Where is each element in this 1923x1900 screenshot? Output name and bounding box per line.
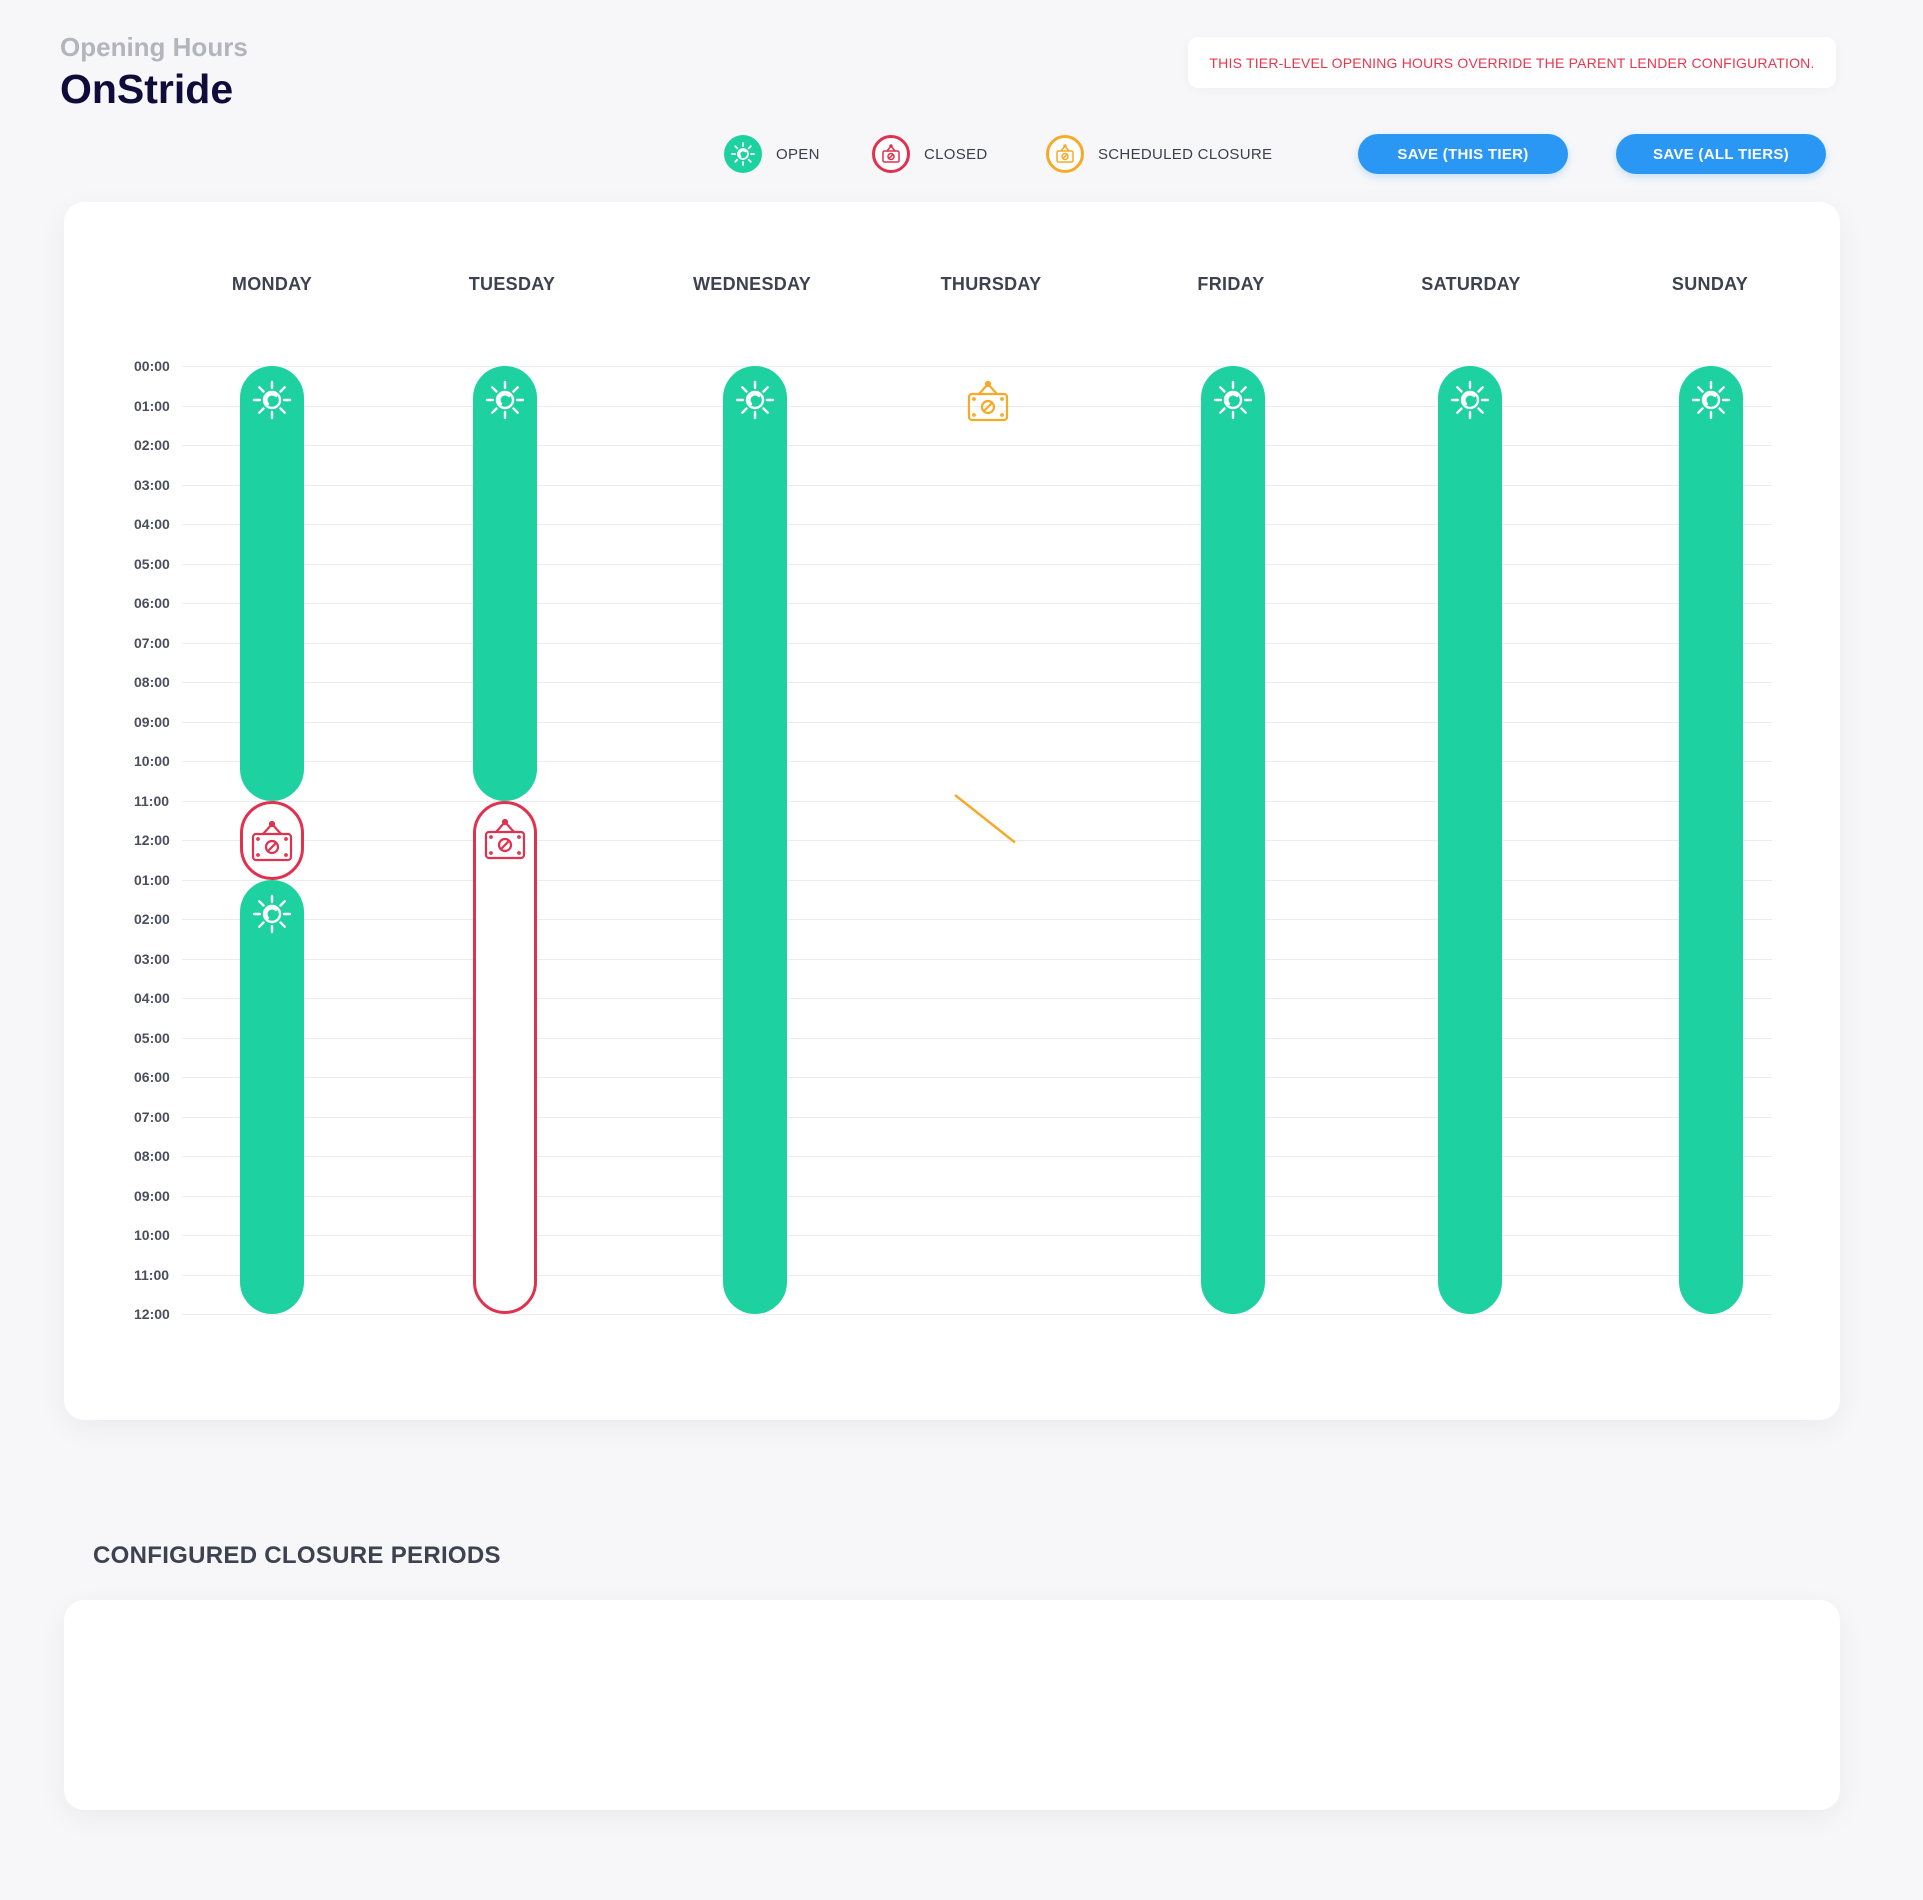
scheduled-closure-divider: [954, 793, 1016, 843]
hour-label: 05:00: [134, 555, 170, 572]
hour-label: 02:00: [134, 911, 170, 927]
hour-label: 00:00: [134, 358, 170, 374]
closed-sign-icon: [484, 818, 526, 859]
wednesday-open-block[interactable]: [723, 366, 787, 1314]
hour-label: 12:00: [134, 832, 170, 848]
closure-periods-card: [64, 1600, 1840, 1810]
tuesday-open-block[interactable]: [473, 366, 537, 801]
day-header-tuesday: TUESDAY: [468, 274, 556, 294]
hour-label: 05:00: [134, 1029, 170, 1046]
hour-label: 07:00: [134, 634, 170, 651]
hour-label: 06:00: [134, 1069, 170, 1085]
schedule-card: [64, 202, 1840, 1420]
hour-label: 10:00: [134, 1227, 170, 1243]
sun-icon: [1691, 380, 1731, 420]
legend-open-label: OPEN: [776, 145, 820, 163]
sun-icon: [735, 380, 775, 420]
closure-periods-title: CONFIGURED CLOSURE PERIODS: [93, 1542, 501, 1569]
hour-label: 01:00: [134, 871, 170, 888]
hour-label: 03:00: [134, 476, 170, 493]
day-header-thursday: THURSDAY: [940, 274, 1042, 294]
sun-icon: [485, 380, 525, 420]
hour-label: 03:00: [134, 950, 170, 967]
legend-closed: CLOSED: [872, 133, 988, 175]
day-header-monday: MONDAY: [231, 274, 313, 294]
friday-open-block[interactable]: [1201, 366, 1265, 1314]
day-header-saturday: SATURDAY: [1421, 274, 1521, 294]
thursday-scheduled-block[interactable]: [954, 366, 1020, 1314]
sunday-open-block[interactable]: [1679, 366, 1743, 1314]
legend-closed-label: CLOSED: [924, 145, 988, 163]
hour-gridline: [182, 1314, 1772, 1315]
hour-label: 11:00: [134, 792, 170, 809]
day-header-friday: FRIDAY: [1197, 274, 1265, 294]
hour-label: 09:00: [134, 1187, 170, 1204]
tuesday-closed-block[interactable]: [473, 800, 537, 1314]
hour-label: 08:00: [134, 674, 170, 690]
hour-label: 10:00: [134, 753, 170, 769]
save-this-tier-button[interactable]: SAVE (THIS TIER): [1358, 134, 1568, 174]
hour-label: 12:00: [134, 1306, 170, 1322]
hour-label: 07:00: [134, 1108, 170, 1125]
hour-label: 11:00: [134, 1266, 170, 1283]
hour-label: 06:00: [134, 595, 170, 611]
legend-open: OPEN: [724, 133, 820, 175]
day-header-sunday: SUNDAY: [1671, 274, 1749, 294]
save-all-tiers-button[interactable]: SAVE (ALL TIERS): [1616, 134, 1826, 174]
hour-label: 02:00: [134, 437, 170, 453]
saturday-open-block[interactable]: [1438, 366, 1502, 1314]
legend-scheduled-label: SCHEDULED CLOSURE: [1098, 145, 1273, 163]
hour-label: 04:00: [134, 990, 170, 1006]
page-subtitle: Opening Hours: [60, 32, 248, 62]
hour-label: 08:00: [134, 1148, 170, 1164]
sun-icon: [1213, 380, 1253, 420]
closed-sign-icon: [251, 820, 293, 862]
hour-label: 09:00: [134, 713, 170, 730]
page-title: OnStride: [60, 66, 234, 112]
hour-label: 04:00: [134, 516, 170, 532]
sun-icon: [252, 380, 292, 420]
monday-open-block[interactable]: [240, 366, 304, 801]
hour-label: 01:00: [134, 397, 170, 414]
monday-closed-block[interactable]: [240, 800, 304, 880]
sun-icon: [724, 135, 762, 173]
override-notice: THIS TIER-LEVEL OPENING HOURS OVERRIDE T…: [1188, 37, 1836, 88]
monday-open-block[interactable]: [240, 879, 304, 1314]
closed-sign-icon: [872, 135, 910, 173]
sun-icon: [1450, 380, 1490, 420]
day-header-wednesday: WEDNESDAY: [692, 274, 812, 294]
scheduled-closure-sign-icon: [1046, 135, 1084, 173]
scheduled-closure-sign-icon: [967, 380, 1009, 422]
sun-icon: [252, 894, 292, 933]
legend-scheduled: SCHEDULED CLOSURE: [1046, 133, 1272, 175]
